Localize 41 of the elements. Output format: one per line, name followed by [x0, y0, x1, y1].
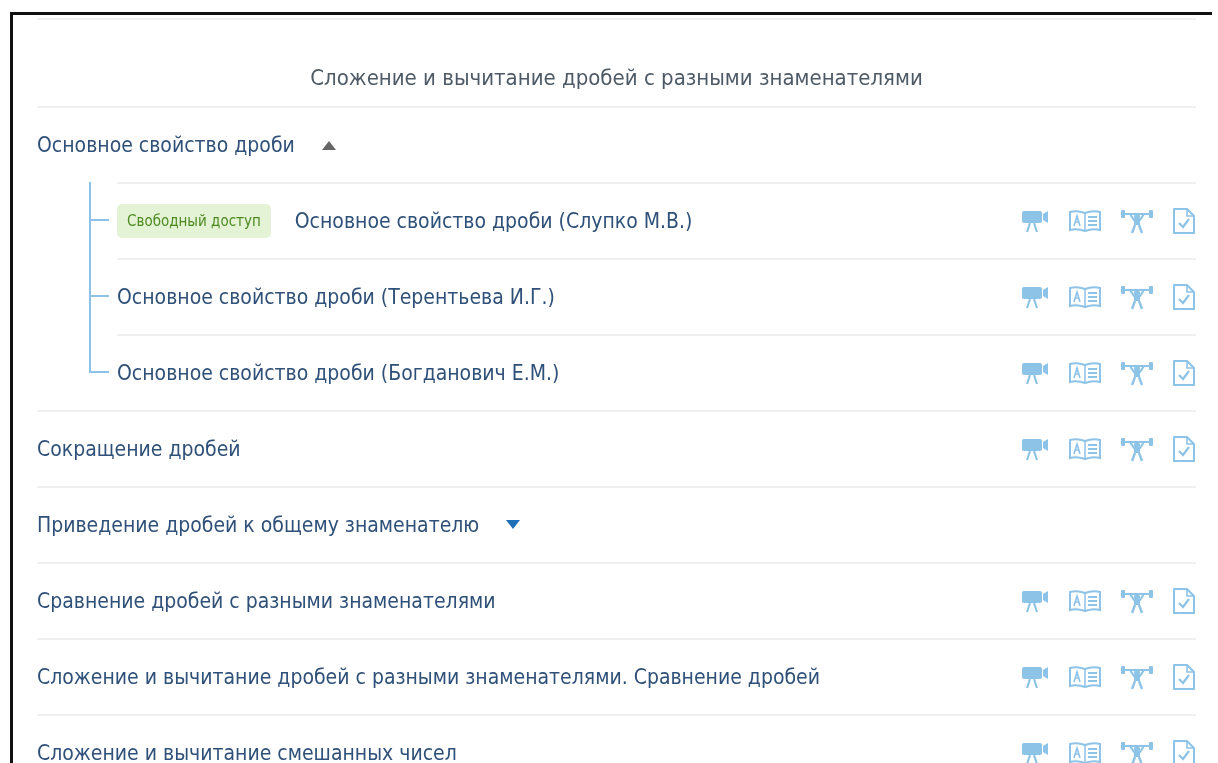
book-icon[interactable]	[1068, 437, 1102, 461]
book-icon[interactable]	[1068, 361, 1102, 385]
free-access-badge: Свободный доступ	[117, 204, 271, 238]
lesson-link[interactable]: Сложение и вычитание смешанных чисел	[37, 741, 457, 763]
document-check-icon[interactable]	[1172, 739, 1196, 763]
lesson-link[interactable]: Сложение и вычитание дробей с разными знаменателями. Сравнение дробей	[37, 665, 821, 689]
document-check-icon[interactable]	[1172, 207, 1196, 235]
video-camera-icon[interactable]	[1022, 361, 1050, 385]
document-check-icon[interactable]	[1172, 283, 1196, 311]
weightlifter-icon[interactable]	[1120, 208, 1154, 234]
book-icon[interactable]	[1068, 589, 1102, 613]
expand-arrow-icon[interactable]	[505, 520, 522, 530]
weightlifter-icon[interactable]	[1120, 740, 1154, 763]
book-icon[interactable]	[1068, 209, 1102, 233]
document-check-icon[interactable]	[1172, 587, 1196, 615]
lesson-link[interactable]: Сокращение дробей	[37, 437, 241, 461]
book-icon[interactable]	[1068, 285, 1102, 309]
video-camera-icon[interactable]	[1022, 665, 1050, 689]
document-check-icon[interactable]	[1172, 663, 1196, 691]
video-camera-icon[interactable]	[1022, 589, 1050, 613]
video-camera-icon[interactable]	[1022, 741, 1050, 763]
lesson-link[interactable]: Основное свойство дроби (Терентьева И.Г.)	[117, 285, 555, 309]
collapse-arrow-icon[interactable]	[320, 140, 337, 150]
weightlifter-icon[interactable]	[1120, 436, 1154, 462]
lesson-link[interactable]: Основное свойство дроби (Слупко М.В.)	[294, 209, 693, 233]
weightlifter-icon[interactable]	[1120, 284, 1154, 310]
weightlifter-icon[interactable]	[1120, 664, 1154, 690]
book-icon[interactable]	[1068, 665, 1102, 689]
video-camera-icon[interactable]	[1022, 209, 1050, 233]
video-camera-icon[interactable]	[1022, 437, 1050, 461]
lesson-link[interactable]: Основное свойство дроби (Богданович Е.М.)	[117, 361, 560, 385]
book-icon[interactable]	[1068, 741, 1102, 763]
topic-link[interactable]: Основное свойство дроби	[37, 133, 295, 157]
weightlifter-icon[interactable]	[1120, 360, 1154, 386]
video-camera-icon[interactable]	[1022, 285, 1050, 309]
section-heading: Сложение и вычитание дробей с разными знаменателями	[310, 63, 923, 90]
lesson-link[interactable]: Сравнение дробей с разными знаменателями	[37, 589, 496, 613]
document-check-icon[interactable]	[1172, 435, 1196, 463]
topic-link[interactable]: Приведение дробей к общему знаменателю	[37, 513, 480, 537]
document-check-icon[interactable]	[1172, 359, 1196, 387]
weightlifter-icon[interactable]	[1120, 588, 1154, 614]
